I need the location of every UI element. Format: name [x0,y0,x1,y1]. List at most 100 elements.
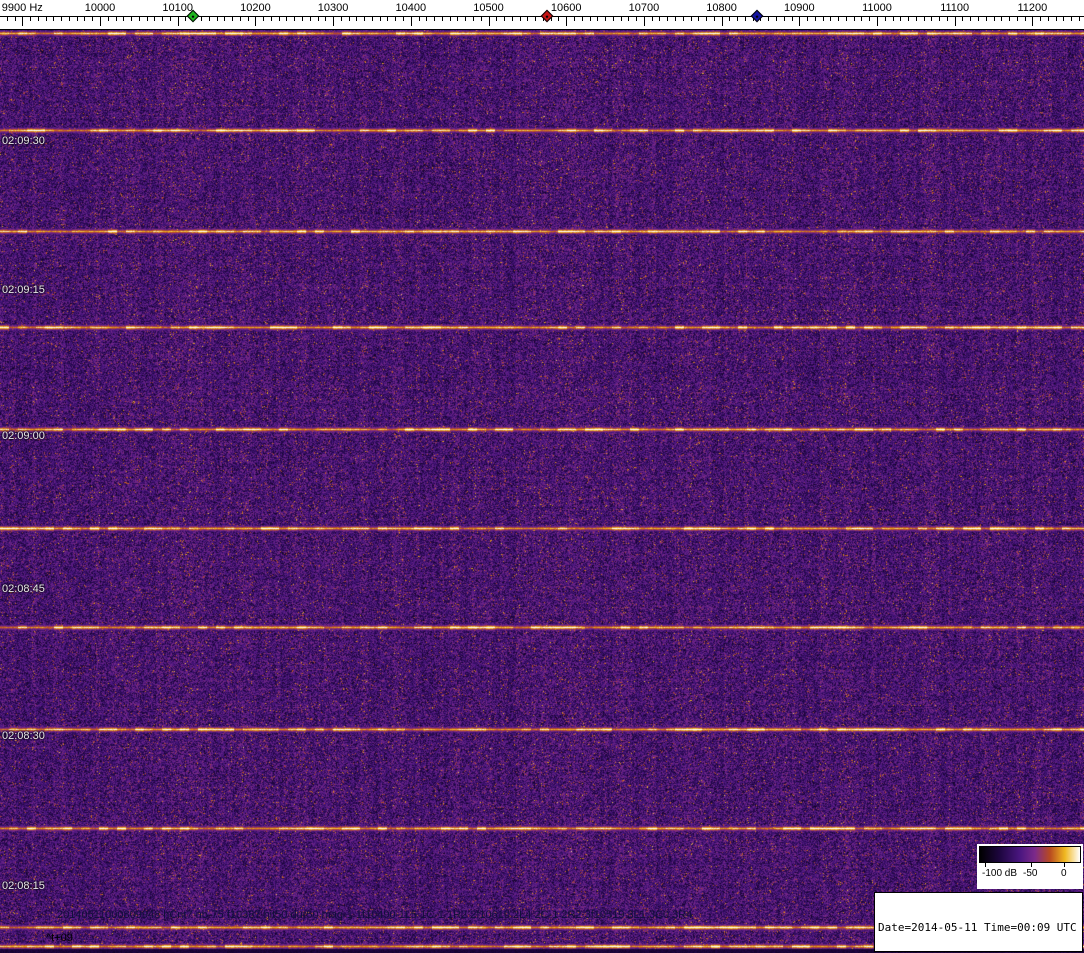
status-info-box: Date=2014-05-11 Time=00:09 UTC Freq=143 … [874,892,1083,952]
time-tick-label: 02:09:00 [2,430,45,442]
frequency-tick-label: 10300 [317,2,349,14]
frequency-tick [208,17,210,21]
frequency-tick [146,17,148,21]
frequency-tick [441,17,443,21]
frequency-tick [636,17,638,21]
frequency-tick [356,17,358,21]
frequency-tick-label: 10700 [628,2,660,14]
frequency-tick [993,17,995,21]
frequency-tick [270,17,272,21]
time-tick-label: 02:08:30 [2,730,45,742]
marker-dot [191,15,195,19]
frequency-tick [706,17,708,21]
frequency-tick [558,17,560,21]
frequency-tick [877,17,878,26]
frequency-tick [690,17,692,21]
frequency-tick [869,17,871,21]
frequency-tick [395,17,397,21]
frequency-tick [814,17,816,21]
frequency-tick [504,17,506,21]
frequency-tick [84,17,86,21]
frequency-tick [597,17,599,21]
frequency-tick-label: 11000 [862,2,892,14]
time-cursor-label: ^t+09 [46,932,73,944]
frequency-tick [449,17,451,21]
frequency-tick [379,17,381,21]
frequency-tick [115,17,117,21]
legend-tick-mid [1031,863,1032,867]
frequency-tick-label: 9900 Hz [1,2,43,14]
frequency-tick [845,17,847,21]
frequency-tick [954,17,956,26]
frequency-tick-label: 10200 [240,2,271,14]
frequency-tick [224,17,226,21]
frequency-tick [737,17,739,21]
frequency-tick [107,17,109,21]
frequency-tick [1009,17,1011,21]
frequency-tick [37,17,39,21]
frequency-tick [1040,17,1042,21]
time-tick-label: 02:08:15 [2,880,45,892]
frequency-tick [659,17,661,21]
color-gradient-bar [979,846,1081,863]
frequency-tick [1055,17,1057,21]
frequency-tick [566,17,568,26]
frequency-tick [783,17,785,21]
frequency-tick [333,17,335,26]
frequency-tick [620,17,622,21]
frequency-tick [861,17,863,21]
frequency-tick [939,17,941,21]
frequency-tick [403,17,405,21]
frequency-tick [962,17,964,21]
frequency-tick [286,17,288,21]
frequency-tick [884,17,886,21]
frequency-tick [822,17,824,21]
frequency-tick [216,17,218,21]
frequency-tick [931,17,933,21]
frequency-tick [100,17,101,26]
frequency-tick [371,17,373,21]
marker-dot [545,15,549,19]
frequency-tick [239,17,241,21]
time-tick-label: 02:09:15 [2,284,45,296]
frequency-tick [263,17,265,21]
frequency-tick [853,17,855,21]
frequency-tick [177,17,179,26]
frequency-tick [1063,17,1065,21]
frequency-tick [465,17,467,21]
frequency-tick [605,17,607,21]
marker-dot [755,15,758,19]
spectrogram-waterfall[interactable] [0,30,1084,953]
frequency-tick-label: 10000 [84,2,116,14]
frequency-tick [169,17,171,21]
frequency-tick [674,17,676,21]
frequency-tick [418,17,420,21]
frequency-tick [309,17,311,21]
frequency-tick [14,17,16,21]
frequency-tick [667,17,669,21]
frequency-tick [201,17,202,21]
frequency-tick [908,17,910,21]
color-scale-legend: -100 dB -50 0 [977,844,1083,889]
frequency-tick [123,17,125,21]
frequency-tick [589,17,591,21]
frequency-tick [698,17,700,21]
frequency-tick [325,17,327,21]
frequency-tick [612,17,614,21]
frequency-tick [838,17,840,21]
frequency-tick [278,17,280,21]
detection-log-text: 20140511000809948 hCnt7 nb-75 f10387 hit… [57,909,693,921]
frequency-tick [682,17,684,21]
frequency-tick-label: 10600 [550,2,582,14]
frequency-tick [1001,17,1003,21]
frequency-tick-label: 11100 [940,2,970,14]
info-date-line: Date=2014-05-11 Time=00:09 UTC [878,921,1077,934]
frequency-tick [721,17,723,26]
frequency-tick [480,17,482,21]
frequency-tick-label: 10400 [395,2,427,14]
frequency-tick [317,17,319,21]
frequency-tick [970,17,972,21]
frequency-tick [76,17,78,21]
frequency-tick [45,17,47,21]
frequency-tick [892,17,894,21]
